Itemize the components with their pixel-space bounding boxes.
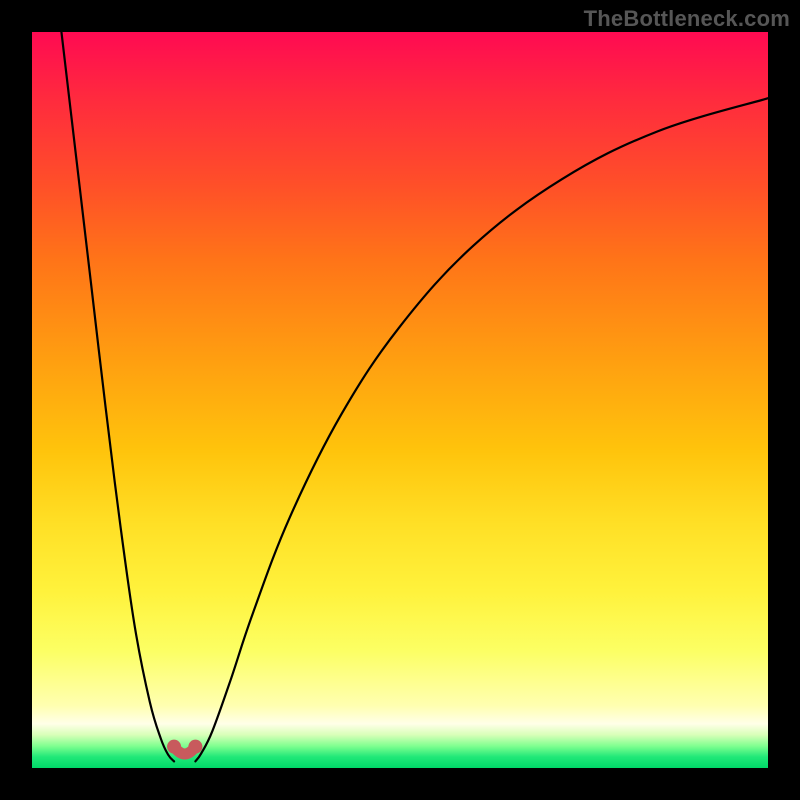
curve-right-branch	[195, 98, 768, 761]
attribution-text: TheBottleneck.com	[584, 6, 790, 32]
trough-marker-right	[188, 740, 202, 754]
curve-left-branch	[61, 32, 174, 761]
outer-frame: TheBottleneck.com	[0, 0, 800, 800]
trough-marker-left	[167, 740, 181, 754]
curve-svg	[32, 32, 768, 768]
plot-gradient-area	[32, 32, 768, 768]
